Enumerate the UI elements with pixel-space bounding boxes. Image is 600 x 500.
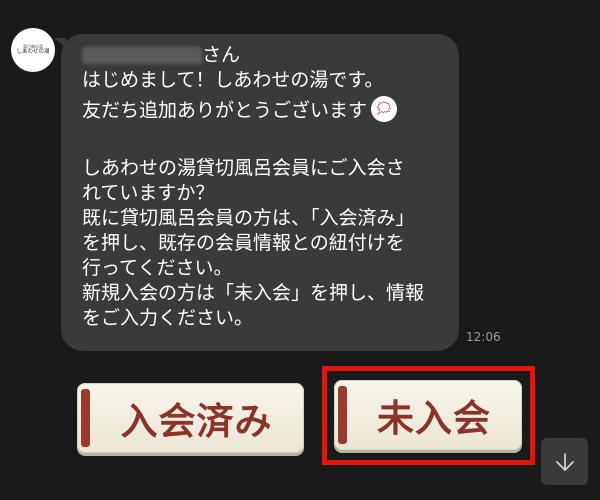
arrow-down-icon — [555, 452, 574, 471]
button-accent-bar — [81, 389, 90, 447]
message-line-9: 新規入会の方は「未入会」を押し、情報 — [82, 282, 425, 304]
already-member-button[interactable]: 入会済み — [77, 383, 304, 453]
already-member-label: 入会済み — [120, 400, 273, 443]
greeting-name-line: さん — [82, 44, 447, 67]
message-line-6: 既に貸切風呂会員の方は、「入会済み」 — [82, 207, 415, 229]
sender-avatar[interactable]: 湯乃郷の湯 しあわせの湯 — [11, 28, 55, 72]
message-line-10: をご入力ください。 — [82, 307, 254, 329]
message-bubble: さん はじめまして！しあわせの湯です。 友だち追加ありがとうございます 🗯 しあわ… — [61, 34, 459, 351]
name-suffix: さん — [202, 44, 241, 66]
message-timestamp: 12:06 — [466, 330, 501, 344]
message-line-7: を押し、既存の会員情報との紐付けを — [82, 232, 405, 254]
highlight-box — [322, 366, 535, 465]
message-line-4: しあわせの湯貸切風呂会員にご入会さ — [82, 157, 405, 179]
message-line-2: 友だち追加ありがとうございます 🗯 — [82, 96, 447, 122]
avatar-logo-text: しあわせの湯 — [16, 48, 50, 55]
message-line-2-text: 友だち追加ありがとうございます — [82, 99, 368, 122]
message-line-8: 行ってください。 — [82, 257, 233, 279]
blurred-recipient-name — [82, 47, 202, 64]
message-line-1: はじめまして！しあわせの湯です。 — [82, 69, 384, 91]
scroll-down-button[interactable] — [541, 438, 588, 485]
message-line-5: れていますか？ — [82, 182, 215, 204]
shouting-face-sticker-icon: 🗯 — [371, 96, 398, 122]
